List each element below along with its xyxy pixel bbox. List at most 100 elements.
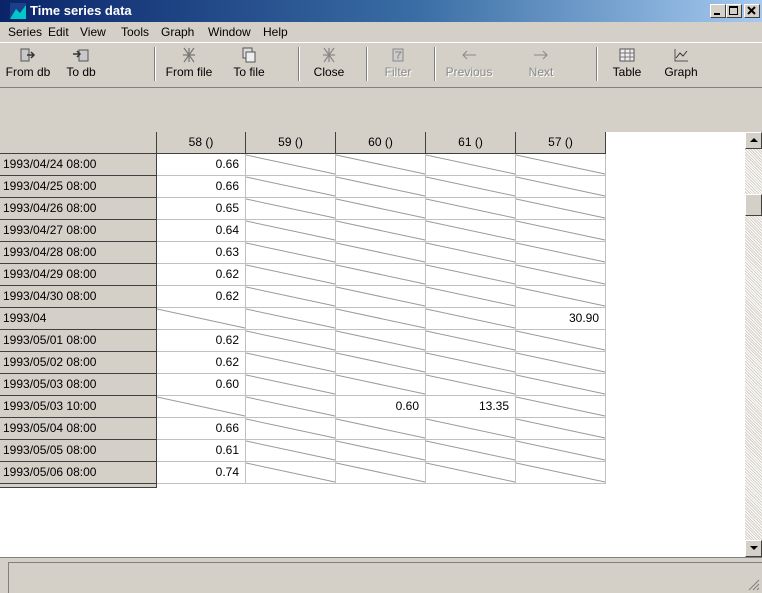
value-cell[interactable]: 0.65 bbox=[157, 198, 246, 220]
value-cell[interactable]: 0.62 bbox=[157, 286, 246, 308]
empty-cell[interactable] bbox=[246, 286, 336, 308]
menu-series[interactable]: Series bbox=[8, 25, 42, 39]
maximize-button[interactable] bbox=[726, 4, 742, 18]
row-header[interactable]: 1993/05/04 08:00 bbox=[0, 418, 157, 440]
empty-cell[interactable] bbox=[246, 176, 336, 198]
close-series-button[interactable]: Close bbox=[300, 43, 358, 87]
empty-cell[interactable] bbox=[516, 462, 606, 484]
empty-cell[interactable] bbox=[336, 220, 426, 242]
empty-cell[interactable] bbox=[426, 418, 516, 440]
to-db-button[interactable]: To db bbox=[56, 43, 106, 87]
empty-cell[interactable] bbox=[516, 154, 606, 176]
row-header[interactable]: 1993/04/26 08:00 bbox=[0, 198, 157, 220]
value-cell[interactable]: 30.90 bbox=[516, 308, 606, 330]
empty-cell[interactable] bbox=[426, 352, 516, 374]
empty-cell[interactable] bbox=[426, 154, 516, 176]
empty-cell[interactable] bbox=[336, 352, 426, 374]
empty-cell[interactable] bbox=[246, 374, 336, 396]
empty-cell[interactable] bbox=[157, 308, 246, 330]
column-header[interactable]: 61 () bbox=[426, 132, 516, 154]
value-cell[interactable]: 0.63 bbox=[157, 242, 246, 264]
empty-cell[interactable] bbox=[336, 176, 426, 198]
value-cell[interactable]: 0.62 bbox=[157, 330, 246, 352]
empty-cell[interactable] bbox=[246, 396, 336, 418]
empty-cell[interactable] bbox=[516, 286, 606, 308]
empty-cell[interactable] bbox=[336, 330, 426, 352]
empty-cell[interactable] bbox=[516, 220, 606, 242]
value-cell[interactable]: 0.62 bbox=[157, 352, 246, 374]
row-header[interactable]: 1993/04/27 08:00 bbox=[0, 220, 157, 242]
scroll-thumb[interactable] bbox=[745, 194, 762, 216]
menu-view[interactable]: View bbox=[80, 25, 106, 39]
scroll-up-button[interactable] bbox=[745, 132, 762, 149]
filter-button[interactable]: Filter bbox=[370, 43, 426, 87]
column-header[interactable]: 58 () bbox=[157, 132, 246, 154]
empty-cell[interactable] bbox=[336, 264, 426, 286]
row-header[interactable]: 1993/05/05 08:00 bbox=[0, 440, 157, 462]
row-header[interactable]: 1993/04/29 08:00 bbox=[0, 264, 157, 286]
column-header[interactable]: 60 () bbox=[336, 132, 426, 154]
empty-cell[interactable] bbox=[336, 154, 426, 176]
row-header[interactable]: 1993/05/01 08:00 bbox=[0, 330, 157, 352]
empty-cell[interactable] bbox=[426, 330, 516, 352]
menu-window[interactable]: Window bbox=[208, 25, 251, 39]
row-header[interactable]: 1993/05/03 10:00 bbox=[0, 396, 157, 418]
empty-cell[interactable] bbox=[246, 198, 336, 220]
menu-graph[interactable]: Graph bbox=[161, 25, 194, 39]
row-header[interactable] bbox=[0, 484, 157, 488]
empty-cell[interactable] bbox=[516, 418, 606, 440]
empty-cell[interactable] bbox=[246, 220, 336, 242]
empty-cell[interactable] bbox=[336, 374, 426, 396]
resize-grip-icon[interactable] bbox=[748, 579, 760, 591]
empty-cell[interactable] bbox=[336, 462, 426, 484]
empty-cell[interactable] bbox=[246, 440, 336, 462]
scroll-down-button[interactable] bbox=[745, 540, 762, 557]
value-cell[interactable]: 0.66 bbox=[157, 418, 246, 440]
row-header[interactable]: 1993/05/06 08:00 bbox=[0, 462, 157, 484]
empty-cell[interactable] bbox=[336, 440, 426, 462]
value-cell[interactable]: 0.66 bbox=[157, 154, 246, 176]
empty-cell[interactable] bbox=[246, 462, 336, 484]
column-header[interactable]: 57 () bbox=[516, 132, 606, 154]
row-header[interactable]: 1993/04 bbox=[0, 308, 157, 330]
empty-cell[interactable] bbox=[246, 242, 336, 264]
close-button[interactable] bbox=[744, 4, 760, 18]
empty-cell[interactable] bbox=[426, 264, 516, 286]
row-header[interactable]: 1993/05/02 08:00 bbox=[0, 352, 157, 374]
data-grid[interactable]: 58 () 59 () 60 () 61 () 57 () 1993/04/24 08:0… bbox=[0, 132, 745, 557]
minimize-button[interactable] bbox=[710, 4, 726, 18]
empty-cell[interactable] bbox=[426, 220, 516, 242]
value-cell[interactable]: 0.62 bbox=[157, 264, 246, 286]
empty-cell[interactable] bbox=[516, 396, 606, 418]
menu-help[interactable]: Help bbox=[263, 25, 288, 39]
menu-tools[interactable]: Tools bbox=[121, 25, 149, 39]
empty-cell[interactable] bbox=[426, 308, 516, 330]
row-header[interactable]: 1993/05/03 08:00 bbox=[0, 374, 157, 396]
empty-cell[interactable] bbox=[426, 440, 516, 462]
row-header[interactable]: 1993/04/28 08:00 bbox=[0, 242, 157, 264]
row-header[interactable]: 1993/04/25 08:00 bbox=[0, 176, 157, 198]
row-header[interactable]: 1993/04/30 08:00 bbox=[0, 286, 157, 308]
empty-cell[interactable] bbox=[246, 352, 336, 374]
empty-cell[interactable] bbox=[426, 286, 516, 308]
empty-cell[interactable] bbox=[246, 264, 336, 286]
empty-cell[interactable] bbox=[246, 154, 336, 176]
empty-cell[interactable] bbox=[336, 418, 426, 440]
title-bar[interactable]: Time series data bbox=[0, 0, 762, 22]
empty-cell[interactable] bbox=[336, 198, 426, 220]
menu-edit[interactable]: Edit bbox=[48, 25, 69, 39]
empty-cell[interactable] bbox=[426, 374, 516, 396]
empty-cell[interactable] bbox=[246, 330, 336, 352]
empty-cell[interactable] bbox=[516, 374, 606, 396]
next-button[interactable]: Next bbox=[516, 43, 566, 87]
from-db-button[interactable]: From db bbox=[0, 43, 56, 87]
empty-cell[interactable] bbox=[516, 352, 606, 374]
empty-cell[interactable] bbox=[426, 198, 516, 220]
empty-cell[interactable] bbox=[246, 308, 336, 330]
value-cell[interactable]: 0.64 bbox=[157, 220, 246, 242]
empty-cell[interactable] bbox=[426, 462, 516, 484]
value-cell[interactable]: 0.74 bbox=[157, 462, 246, 484]
vertical-scrollbar[interactable] bbox=[745, 132, 762, 557]
empty-cell[interactable] bbox=[157, 396, 246, 418]
column-header[interactable]: 59 () bbox=[246, 132, 336, 154]
